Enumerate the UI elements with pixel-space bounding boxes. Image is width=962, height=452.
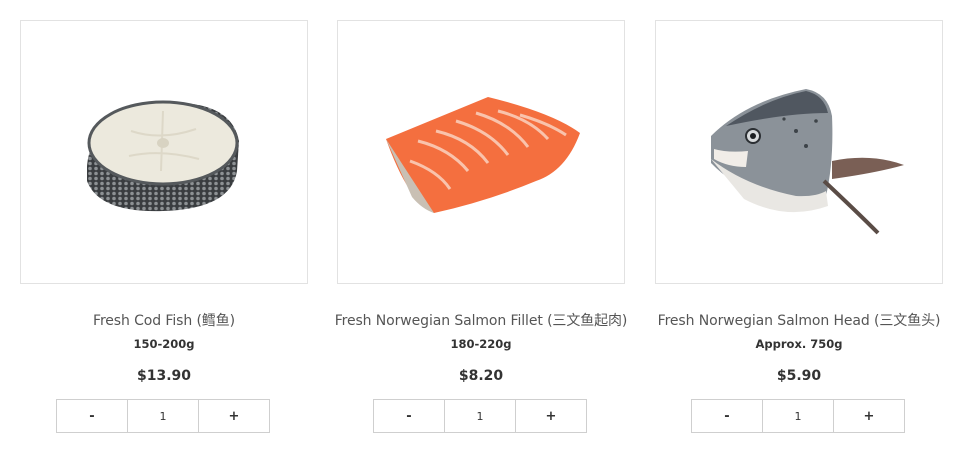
quantity-input[interactable]: 1 — [127, 400, 199, 432]
quantity-stepper: - 1 + — [373, 399, 587, 433]
product-image-salmon-fillet[interactable] — [337, 20, 625, 284]
decrease-quantity-button[interactable]: - — [57, 400, 127, 432]
product-price: $5.90 — [776, 368, 822, 384]
cod-steak-image — [87, 100, 239, 212]
quantity-stepper: - 1 + — [691, 399, 905, 433]
product-name[interactable]: Fresh Norwegian Salmon Fillet (三文鱼起肉) — [327, 310, 635, 330]
product-weight: 180-220g — [450, 337, 512, 351]
quantity-stepper: - 1 + — [56, 399, 270, 433]
product-price: $13.90 — [136, 368, 192, 384]
salmon-fillet-image — [386, 97, 580, 213]
product-name[interactable]: Fresh Cod Fish (鳕鱼) — [10, 310, 318, 330]
decrease-quantity-button[interactable]: - — [692, 400, 762, 432]
product-grid: Fresh Cod Fish (鳕鱼) 150-200g $13.90 - 1 … — [0, 0, 962, 452]
product-card: Fresh Norwegian Salmon Head (三文鱼头) Appro… — [655, 0, 943, 452]
quantity-input[interactable]: 1 — [444, 400, 516, 432]
product-price: $8.20 — [458, 368, 504, 384]
quantity-input[interactable]: 1 — [762, 400, 834, 432]
salmon-head-image — [711, 89, 904, 235]
product-image-salmon-head[interactable] — [655, 20, 943, 284]
product-image-cod[interactable] — [20, 20, 308, 284]
product-card: Fresh Cod Fish (鳕鱼) 150-200g $13.90 - 1 … — [20, 0, 308, 452]
product-name[interactable]: Fresh Norwegian Salmon Head (三文鱼头) — [645, 310, 953, 330]
product-weight: 150-200g — [133, 337, 195, 351]
product-weight: Approx. 750g — [755, 337, 843, 351]
increase-quantity-button[interactable]: + — [199, 400, 269, 432]
increase-quantity-button[interactable]: + — [834, 400, 904, 432]
increase-quantity-button[interactable]: + — [516, 400, 586, 432]
product-card: Fresh Norwegian Salmon Fillet (三文鱼起肉) 18… — [335, 0, 627, 452]
decrease-quantity-button[interactable]: - — [374, 400, 444, 432]
